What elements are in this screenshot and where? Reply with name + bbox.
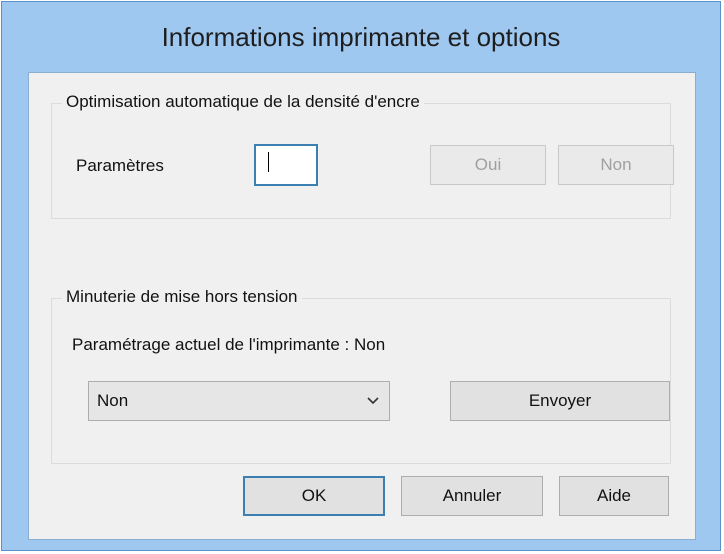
ink-density-legend: Optimisation automatique de la densité d… bbox=[62, 92, 424, 112]
text-caret bbox=[268, 152, 269, 172]
current-setting-text: Paramétrage actuel de l'imprimante : Non bbox=[72, 335, 386, 354]
power-off-timer-legend: Minuterie de mise hors tension bbox=[62, 287, 302, 307]
timer-select-value: Non bbox=[97, 391, 129, 410]
settings-input[interactable] bbox=[254, 144, 318, 186]
settings-label: Paramètres bbox=[76, 156, 164, 175]
dialog-client-area: Optimisation automatique de la densité d… bbox=[28, 72, 696, 540]
send-button[interactable]: Envoyer bbox=[450, 381, 670, 421]
help-button[interactable]: Aide bbox=[559, 476, 669, 516]
dialog-title: Informations imprimante et options bbox=[161, 21, 561, 52]
ink-density-group: Optimisation automatique de la densité d… bbox=[51, 92, 674, 219]
timer-select[interactable]: Non bbox=[88, 381, 390, 421]
power-off-timer-group: Minuterie de mise hors tension Paramétra… bbox=[51, 287, 671, 464]
dialog-window: Informations imprimante et options Optim… bbox=[1, 1, 721, 551]
yes-button[interactable]: Oui bbox=[430, 145, 546, 185]
ok-button[interactable]: OK bbox=[243, 476, 385, 516]
chevron-down-icon bbox=[367, 397, 379, 405]
cancel-button[interactable]: Annuler bbox=[401, 476, 543, 516]
no-button[interactable]: Non bbox=[558, 145, 674, 185]
